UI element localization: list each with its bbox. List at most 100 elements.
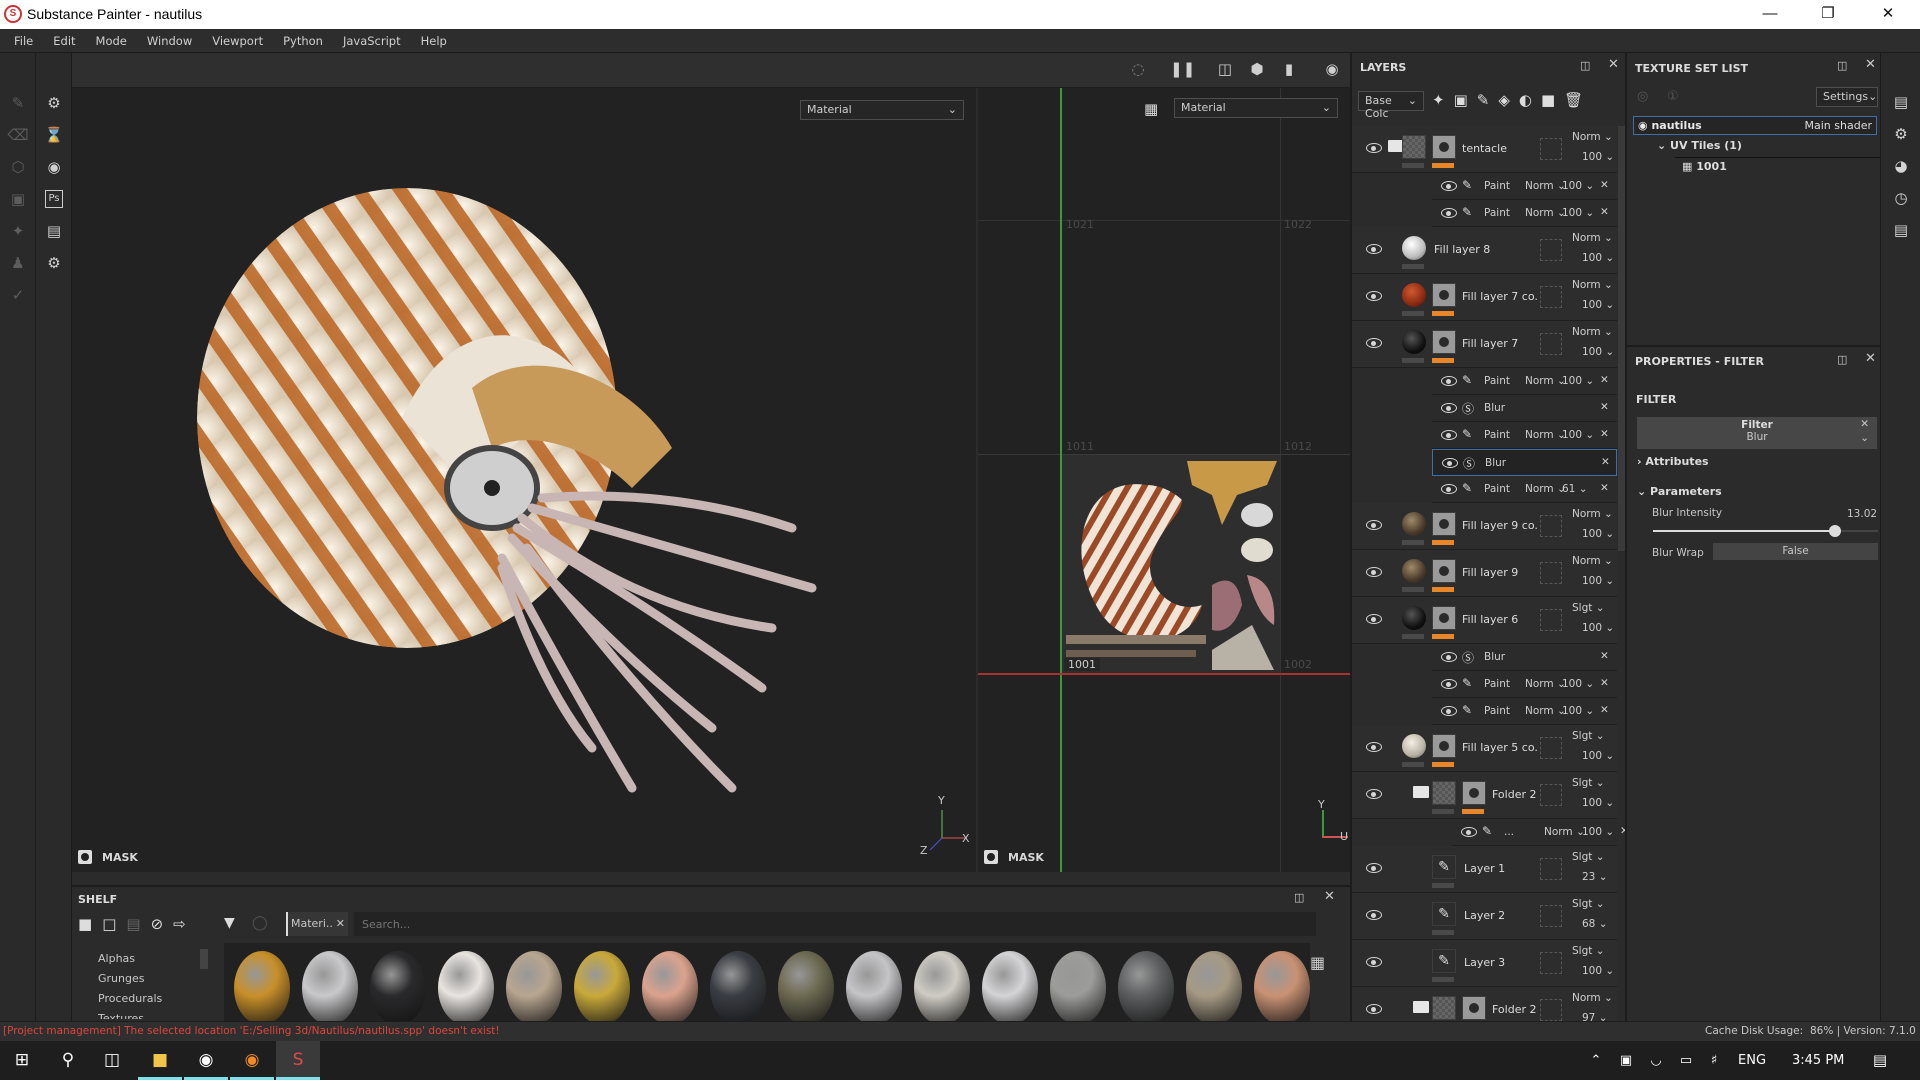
history-icon[interactable]: ◷ [1890, 189, 1912, 211]
material-preset[interactable] [370, 951, 426, 1023]
eye-icon[interactable] [1441, 430, 1457, 440]
layer-name[interactable]: Layer 2 [1464, 909, 1538, 922]
remove-effect-icon[interactable]: ✕ [1600, 650, 1609, 662]
blend-mode-select[interactable]: Slgt ⌄ [1572, 602, 1605, 614]
slider-handle[interactable] [1829, 525, 1842, 537]
layer-row[interactable]: Fill layer 9 Norm ⌄ 100 ⌄ [1352, 550, 1617, 597]
blend-mode-select[interactable]: Norm ⌄ [1572, 555, 1613, 567]
material-preset[interactable] [506, 951, 562, 1023]
effect-name[interactable]: Blur [1485, 457, 1506, 469]
language-indicator[interactable]: ENG [1738, 1053, 1766, 1068]
eye-icon[interactable] [1441, 181, 1457, 191]
categories-scrollbar[interactable] [200, 949, 208, 969]
substance-bake-icon[interactable]: ⚙ [42, 91, 66, 115]
opacity-select[interactable]: 100 ⌄ [1562, 429, 1594, 441]
blend-mode-select[interactable]: Norm ⌄ [1572, 232, 1613, 244]
material-preset[interactable] [1186, 951, 1242, 1023]
material-preset[interactable] [1118, 951, 1174, 1023]
eye-icon[interactable] [1366, 742, 1382, 752]
menu-window[interactable]: Window [137, 34, 202, 48]
attributes-group[interactable]: › Attributes [1637, 455, 1709, 468]
delete-layer-icon[interactable]: 🗑︎ [1564, 91, 1583, 109]
layer-name[interactable]: Fill layer 9 [1462, 566, 1538, 579]
layer-row[interactable]: Folder 2 ... Norm ⌄ 97 ⌄ [1352, 987, 1617, 1021]
close-panel-icon[interactable]: ✕ [1324, 889, 1335, 904]
layer-row[interactable]: ✎ Layer 2 Slgt ⌄ 68 ⌄ [1352, 893, 1617, 940]
document-icon[interactable]: ▤ [42, 219, 66, 243]
blend-mode-select[interactable]: Norm ⌄ [1525, 483, 1566, 495]
layer-name[interactable]: Layer 3 [1464, 956, 1538, 969]
effect-row[interactable]: ✎ Paint Norm ⌄ 61 ⌄ ✕ [1432, 476, 1617, 503]
float-panel-icon[interactable]: ◫ [1294, 891, 1304, 904]
eye-icon[interactable] [1366, 614, 1382, 624]
layer-name[interactable]: tentacle [1462, 142, 1538, 155]
material-preset[interactable] [1050, 951, 1106, 1023]
layer-row[interactable]: Fill layer 7 co... Norm ⌄ 100 ⌄ [1352, 274, 1617, 321]
layer-name[interactable]: Fill layer 6 [1462, 613, 1538, 626]
mask-thumbnail[interactable] [1432, 559, 1456, 583]
layer-name[interactable]: Fill layer 9 co... [1462, 519, 1538, 532]
display-mode-cube-icon[interactable]: ⬢ [1245, 60, 1269, 82]
opacity-select[interactable]: 100 ⌄ [1582, 299, 1614, 311]
layer-channel-select[interactable]: Base Colc ⌄ [1358, 91, 1424, 120]
add-fill-layer-icon[interactable]: ◈ [1498, 91, 1510, 109]
eye-icon[interactable] [1441, 484, 1457, 494]
close-panel-icon[interactable]: ✕ [1865, 57, 1876, 72]
opacity-select[interactable]: 100 ⌄ [1582, 575, 1614, 587]
blender-icon[interactable]: ◉ [230, 1041, 274, 1080]
file-explorer-icon[interactable]: ■ [138, 1041, 182, 1080]
eye-icon[interactable] [1366, 338, 1382, 348]
remove-effect-icon[interactable]: ✕ [1600, 704, 1609, 716]
solo-icon[interactable]: ① [1667, 89, 1679, 104]
eye-icon[interactable] [1366, 143, 1382, 153]
category-procedurals[interactable]: Procedurals [98, 989, 162, 1009]
remove-effect-icon[interactable]: ✕ [1600, 401, 1609, 413]
hourglass-icon[interactable]: ⌛ [42, 123, 66, 147]
effect-name[interactable]: Blur [1484, 651, 1505, 663]
mask-thumbnail[interactable] [1432, 283, 1456, 307]
effect-row[interactable]: ✎ Paint Norm ⌄ 100 ⌄ ✕ [1432, 200, 1617, 227]
volume-icon[interactable]: ♯ [1692, 1041, 1736, 1080]
mask-thumbnail[interactable] [1462, 781, 1486, 805]
blend-mode-select[interactable]: Norm ⌄ [1525, 375, 1566, 387]
eye-icon[interactable] [1366, 520, 1382, 530]
blend-mode-select[interactable]: Norm ⌄ [1572, 326, 1613, 338]
eye-icon[interactable] [1366, 910, 1382, 920]
menu-file[interactable]: File [4, 34, 43, 48]
remove-effect-icon[interactable]: ✕ [1600, 482, 1609, 494]
add-paint-layer-icon[interactable]: ✎ [1477, 91, 1490, 109]
blend-mode-select[interactable]: Norm ⌄ [1544, 826, 1585, 838]
layer-row[interactable]: Fill layer 5 co... Slgt ⌄ 100 ⌄ [1352, 725, 1617, 772]
search-icon[interactable]: ⚲ [46, 1041, 90, 1080]
pause-icon[interactable]: ❚❚ [1170, 60, 1195, 82]
blend-mode-select[interactable]: Norm ⌄ [1525, 429, 1566, 441]
eye-icon[interactable] [1366, 291, 1382, 301]
opacity-select[interactable]: 100 ⌄ [1582, 528, 1614, 540]
blur-wrap-toggle[interactable]: False [1713, 543, 1878, 560]
eraser-tool-icon[interactable]: ⌫ [6, 123, 30, 147]
eye-icon[interactable] [1366, 1004, 1382, 1014]
photoshop-export-icon[interactable]: Ps [45, 190, 63, 208]
category-alphas[interactable]: Alphas [98, 949, 162, 969]
parameters-group[interactable]: ⌄ Parameters [1637, 485, 1722, 498]
plugin-icon[interactable]: ⚙ [42, 251, 66, 275]
blend-mode-select[interactable]: Slgt ⌄ [1572, 945, 1605, 957]
opacity-select[interactable]: 68 ⌄ [1582, 918, 1608, 930]
new-page-icon[interactable]: □ [102, 915, 116, 933]
add-smart-material-icon[interactable]: ◐ [1519, 91, 1532, 109]
mask-thumbnail[interactable] [1432, 135, 1456, 159]
camera-icon[interactable]: ▮ [1277, 60, 1301, 82]
effect-name[interactable]: Paint [1484, 180, 1510, 192]
eye-icon[interactable] [1441, 403, 1457, 413]
effect-name[interactable]: Paint [1484, 375, 1510, 387]
task-view-icon[interactable]: ◫ [90, 1041, 134, 1080]
opacity-select[interactable]: 100 ⌄ [1582, 151, 1614, 163]
mask-thumbnail[interactable] [1432, 606, 1456, 630]
material-preset[interactable] [438, 951, 494, 1023]
opacity-select[interactable]: 100 ⌄ [1582, 797, 1614, 809]
close-window-button[interactable]: ✕ [1868, 3, 1908, 25]
eye-icon[interactable] [1441, 652, 1457, 662]
filter-icon[interactable]: ▼ [224, 915, 235, 931]
add-mask-icon[interactable]: ▣ [1454, 91, 1468, 109]
opacity-select[interactable]: 100 ⌄ [1582, 622, 1614, 634]
